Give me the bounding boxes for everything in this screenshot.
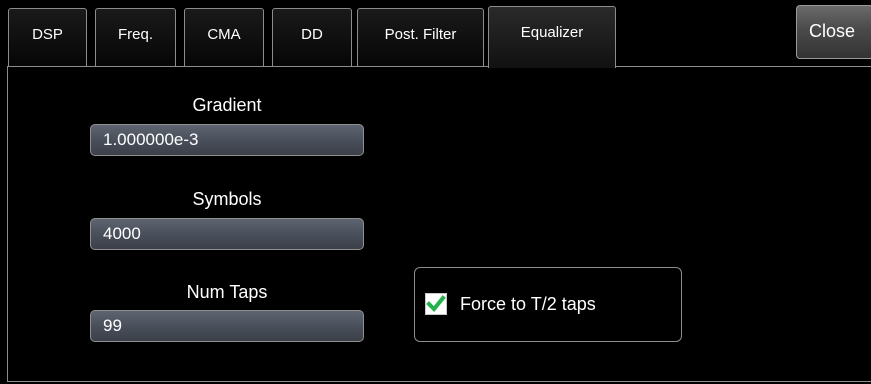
- force-taps-label[interactable]: Force to T/2 taps: [460, 294, 596, 315]
- checkmark-icon: [426, 295, 446, 312]
- tab-freq[interactable]: Freq.: [95, 8, 176, 68]
- tab-label: Freq.: [117, 26, 153, 43]
- equalizer-dialog: DSP Freq. CMA DD Post. Filter Equalizer …: [0, 0, 871, 384]
- tab-label: Post. Filter: [384, 26, 457, 43]
- tab-dsp[interactable]: DSP: [8, 8, 87, 68]
- gradient-input[interactable]: 1.000000e-3: [90, 124, 364, 156]
- tab-cma[interactable]: CMA: [184, 8, 264, 68]
- num-taps-label: Num Taps: [186, 282, 268, 302]
- tab-equalizer[interactable]: Equalizer: [488, 6, 616, 68]
- force-taps-group: Force to T/2 taps: [414, 267, 682, 342]
- force-taps-checkbox[interactable]: [425, 293, 447, 315]
- tab-label: CMA: [207, 26, 241, 43]
- gradient-label: Gradient: [192, 95, 262, 115]
- tab-label: DD: [301, 26, 323, 43]
- symbols-input[interactable]: 4000: [90, 218, 364, 250]
- num-taps-input[interactable]: 99: [90, 310, 364, 342]
- tab-label: Equalizer: [520, 24, 584, 41]
- tab-post-filter[interactable]: Post. Filter: [357, 8, 484, 68]
- symbols-label: Symbols: [192, 189, 262, 209]
- tab-dd[interactable]: DD: [272, 8, 352, 68]
- tab-label: DSP: [32, 26, 63, 43]
- close-button[interactable]: Close: [796, 5, 871, 59]
- equalizer-panel: Gradient 1.000000e-3 Symbols 4000 Num Ta…: [7, 66, 871, 382]
- close-button-label: Close: [809, 21, 856, 41]
